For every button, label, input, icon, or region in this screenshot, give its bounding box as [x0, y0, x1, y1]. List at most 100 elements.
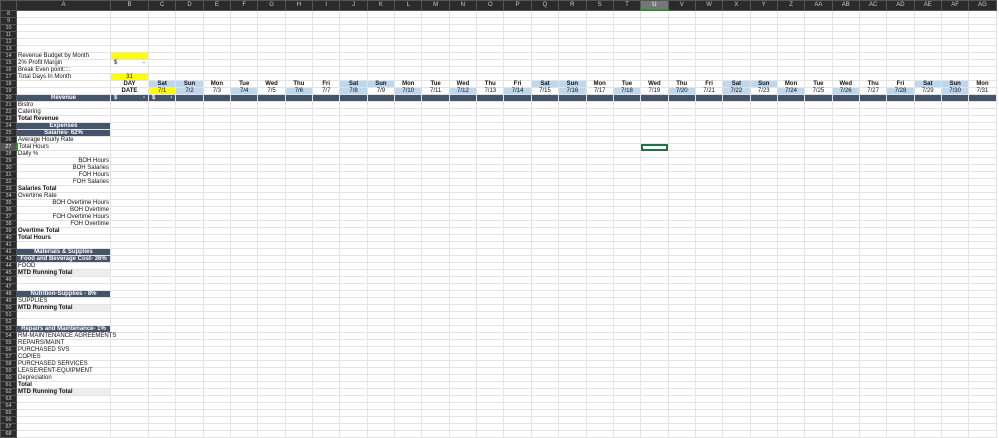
cell-o13[interactable] — [476, 45, 505, 53]
cell-c10[interactable] — [147, 24, 177, 32]
cell-ag27[interactable] — [968, 143, 997, 151]
cell-ac66[interactable] — [858, 416, 888, 424]
cell-af44[interactable] — [940, 262, 970, 270]
cell-o33[interactable] — [476, 185, 505, 193]
column-header-c[interactable]: C — [147, 0, 177, 11]
cell-c56[interactable] — [147, 346, 177, 354]
cell-b8[interactable] — [110, 9, 149, 18]
cell-g43[interactable] — [257, 255, 286, 263]
cell-v65[interactable] — [667, 409, 696, 417]
cell-af57[interactable] — [940, 353, 970, 361]
cell-d16[interactable] — [175, 66, 204, 74]
cell-n21[interactable] — [448, 101, 478, 109]
cell-ac28[interactable] — [858, 150, 888, 158]
cell-r14[interactable] — [558, 52, 587, 60]
cell-u52[interactable] — [640, 318, 669, 326]
cell-af60[interactable] — [940, 374, 970, 382]
cell-af30[interactable] — [940, 164, 970, 172]
cell-c57[interactable] — [147, 353, 177, 361]
cell-o22[interactable] — [476, 108, 505, 116]
cell-b40[interactable] — [110, 234, 149, 242]
cell-m38[interactable] — [421, 220, 450, 228]
cell-f32[interactable] — [230, 178, 259, 186]
cell-x10[interactable] — [722, 24, 751, 32]
cell-w14[interactable] — [694, 52, 724, 60]
cell-ae20[interactable] — [913, 94, 942, 102]
cell-e29[interactable] — [202, 157, 232, 165]
cell-n10[interactable] — [448, 24, 478, 32]
cell-x61[interactable] — [722, 381, 751, 389]
cell-h30[interactable] — [284, 164, 314, 172]
cell-ad36[interactable] — [886, 206, 915, 214]
cell-c30[interactable] — [147, 164, 177, 172]
cell-q66[interactable] — [530, 416, 560, 424]
cell-y44[interactable] — [749, 262, 778, 270]
cell-o52[interactable] — [476, 318, 505, 326]
cell-g60[interactable] — [257, 374, 286, 382]
cell-g34[interactable] — [257, 192, 286, 200]
cell-k66[interactable] — [366, 416, 396, 424]
cell-q12[interactable] — [530, 38, 560, 46]
cell-d57[interactable] — [175, 353, 204, 361]
cell-ac25[interactable] — [858, 129, 888, 137]
cell-ac63[interactable] — [858, 395, 888, 403]
cell-l13[interactable] — [394, 45, 423, 53]
cell-i35[interactable] — [312, 199, 341, 207]
cell-j57[interactable] — [339, 353, 368, 361]
cell-c36[interactable] — [147, 206, 177, 214]
cell-ae34[interactable] — [913, 192, 942, 200]
cell-i64[interactable] — [312, 402, 341, 410]
cell-s34[interactable] — [585, 192, 614, 200]
cell-p37[interactable] — [503, 213, 532, 221]
cell-l44[interactable] — [394, 262, 423, 270]
cell-e68[interactable] — [202, 430, 232, 438]
cell-ag57[interactable] — [968, 353, 997, 361]
cell-ae35[interactable] — [913, 199, 942, 207]
cell-n32[interactable] — [448, 178, 478, 186]
cell-d59[interactable] — [175, 367, 204, 375]
cell-x50[interactable] — [722, 304, 751, 312]
cell-s61[interactable] — [585, 381, 614, 389]
cell-f40[interactable] — [230, 234, 259, 242]
cell-ad9[interactable] — [886, 17, 915, 25]
cell-ac46[interactable] — [858, 276, 888, 284]
cell-y67[interactable] — [749, 423, 778, 431]
cell-i38[interactable] — [312, 220, 341, 228]
cell-aa33[interactable] — [804, 185, 833, 193]
cell-i15[interactable] — [312, 59, 341, 67]
cell-w64[interactable] — [694, 402, 724, 410]
cell-ac38[interactable] — [858, 220, 888, 228]
cell-c50[interactable] — [147, 304, 177, 312]
cell-e43[interactable] — [202, 255, 232, 263]
cell-b64[interactable] — [110, 402, 149, 410]
cell-aa23[interactable] — [804, 115, 833, 123]
cell-q14[interactable] — [530, 52, 560, 60]
cell-i27[interactable] — [312, 143, 341, 151]
cell-l32[interactable] — [394, 178, 423, 186]
cell-af24[interactable] — [940, 122, 970, 130]
row-header-56[interactable]: 56 — [0, 346, 17, 354]
cell-p58[interactable] — [503, 360, 532, 368]
cell-x60[interactable] — [722, 374, 751, 382]
cell-af20[interactable] — [940, 94, 970, 102]
cell-c12[interactable] — [147, 38, 177, 46]
cell-u30[interactable] — [640, 164, 669, 172]
cell-m32[interactable] — [421, 178, 450, 186]
cell-m20[interactable] — [421, 94, 450, 102]
cell-g63[interactable] — [257, 395, 286, 403]
cell-j48[interactable] — [339, 290, 368, 298]
cell-ac45[interactable] — [858, 269, 888, 277]
cell-j39[interactable] — [339, 227, 368, 235]
cell-h11[interactable] — [284, 31, 314, 39]
cell-o32[interactable] — [476, 178, 505, 186]
cell-v28[interactable] — [667, 150, 696, 158]
column-header-a[interactable]: A — [16, 0, 111, 11]
cell-q20[interactable] — [530, 94, 560, 102]
cell-w8[interactable] — [694, 9, 724, 18]
cell-j27[interactable] — [339, 143, 368, 151]
cell-t36[interactable] — [612, 206, 642, 214]
cell-k15[interactable] — [366, 59, 396, 67]
cell-r43[interactable] — [558, 255, 587, 263]
cell-o15[interactable] — [476, 59, 505, 67]
cell-r18[interactable]: Sun — [558, 80, 587, 88]
